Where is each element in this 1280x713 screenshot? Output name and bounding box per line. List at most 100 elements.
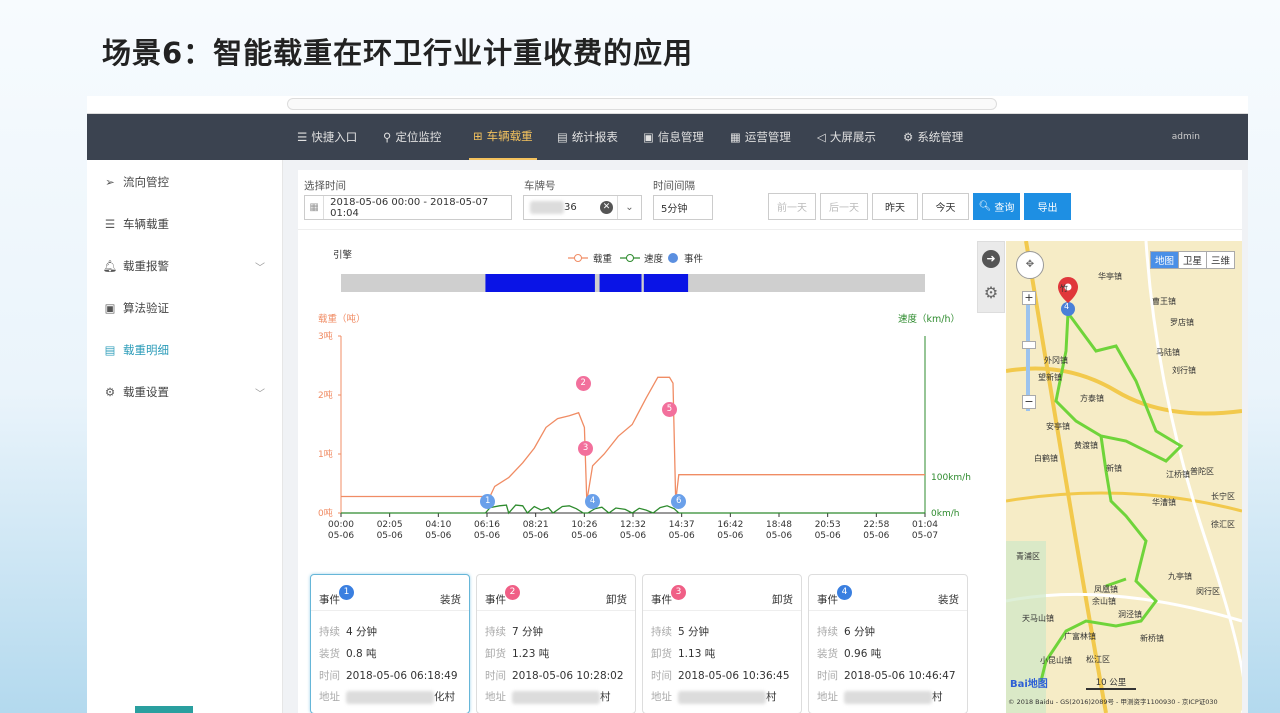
legend-event-marker (668, 253, 678, 263)
slide-title: 场景6：智能载重在环卫行业计重收费的应用 (102, 36, 694, 70)
masked-address (512, 690, 600, 704)
x-tick-date-label: 05-06 (523, 531, 549, 541)
map-place-label: 方泰镇 (1080, 394, 1104, 403)
y-tick-left-label: 2吨 (318, 389, 333, 401)
event-card[interactable]: 事件 4 装货 持续 6 分钟 装货 0.96 吨 时间 2018-05-06 10:… (808, 574, 968, 713)
x-tick-time-label: 10:26 (571, 520, 597, 530)
address-bar[interactable] (287, 98, 997, 110)
plate-select[interactable]: 36 ✕ ⌄ (523, 195, 642, 220)
legend-speed-marker (626, 254, 634, 262)
event-card[interactable]: 事件 2 卸货 持续 7 分钟 卸货 1.23 吨 时间 2018-05-06 10:… (476, 574, 636, 713)
query-button[interactable]: 🔍︎ 查询 (973, 193, 1020, 220)
load-speed-chart: 引擎 载重 速度 事件 载重（吨） 速度（km/h） 3吨 2吨 1吨 0吨 100km/h 0km/… (298, 240, 978, 570)
sidebar-bottom-button[interactable] (135, 706, 193, 713)
sidebar-item-load-detail[interactable]: ▤ 载重明细 (87, 340, 283, 360)
x-tick-time-label: 08:21 (523, 520, 549, 530)
user-menu[interactable]: admin (1172, 114, 1200, 160)
map-place-label: 罗店镇 (1170, 318, 1194, 327)
y-axis-right-label: 速度（km/h） (898, 313, 960, 325)
map-place-label: 余山镇 (1092, 597, 1116, 606)
zoom-out-button[interactable]: − (1022, 395, 1036, 409)
x-tick-date-label: 05-06 (571, 531, 597, 541)
y-tick-right-label: 0km/h (931, 509, 959, 519)
document-icon: ▤ (557, 130, 568, 144)
arrow-right-icon[interactable]: ➜ (982, 250, 1000, 268)
sidebar-item-load-settings[interactable]: ⚙ 载重设置 ﹀ (87, 382, 283, 402)
nav-location-monitor[interactable]: ⚲ 定位监控 (383, 114, 441, 160)
x-tick-time-label: 14:37 (669, 520, 695, 530)
x-tick-time-label: 02:05 (377, 520, 403, 530)
x-tick-time-label: 00:00 (328, 520, 354, 530)
yesterday-button[interactable]: 昨天 (872, 193, 918, 220)
gear-icon: ⚙ (104, 385, 116, 399)
clear-icon[interactable]: ✕ (600, 201, 613, 214)
map-toolbar: ➜ ⚙ (977, 241, 1005, 313)
nav-info-management[interactable]: ▣ 信息管理 (643, 114, 704, 160)
zoom-slider[interactable] (1026, 291, 1036, 411)
x-tick-date-label: 05-06 (863, 531, 889, 541)
today-button[interactable]: 今天 (922, 193, 969, 220)
map-place-label: 徐汇区 (1211, 520, 1235, 529)
route-marker-label: 4 (1064, 302, 1070, 311)
map-place-label: 凤凰镇 (1094, 585, 1118, 594)
nav-operation-management[interactable]: ▦ 运营管理 (730, 114, 791, 160)
gear-icon[interactable]: ⚙ (982, 284, 1000, 302)
map-place-label: 小昆山镇 (1040, 656, 1072, 665)
zoom-in-button[interactable]: + (1022, 291, 1036, 305)
nav-system-management[interactable]: ⚙ 系统管理 (903, 114, 963, 160)
speed-series-line (341, 504, 925, 515)
ops-doc-icon: ▦ (730, 130, 741, 144)
map-place-label: 洞泾镇 (1118, 610, 1142, 619)
nav-big-screen[interactable]: ◁ 大屏展示 (817, 114, 876, 160)
pin-icon: ⚲ (383, 130, 392, 144)
map-tab-3d[interactable]: 三维 (1206, 252, 1234, 268)
event-card[interactable]: 事件 1 装货 持续 4 分钟 装货 0.8 吨 时间 2018-05-06 06:1… (310, 574, 470, 713)
plate-label: 车牌号 (524, 180, 556, 192)
map-place-label: 闵行区 (1196, 587, 1220, 596)
chevron-down-icon[interactable]: ⌄ (617, 196, 641, 219)
map-pan-control[interactable]: ✥ (1016, 251, 1044, 279)
map-scale: 10 公里 (1086, 676, 1136, 690)
map-place-label: 九亭镇 (1168, 572, 1192, 581)
export-button[interactable]: 导出 (1024, 193, 1071, 220)
nav-vehicle-load[interactable]: ⊞ 车辆载重 (469, 114, 537, 160)
sidebar-item-flow-control[interactable]: ➢ 流向管控 (87, 172, 283, 192)
nav-statistics-report[interactable]: ▤ 统计报表 (557, 114, 618, 160)
sidebar-item-algorithm-verify[interactable]: ▣ 算法验证 (87, 298, 283, 318)
x-tick-time-label: 16:42 (717, 520, 743, 530)
sidebar-item-load-alarm[interactable]: 🔔︎ 载重报警 ﹀ (87, 256, 283, 276)
x-tick-date-label: 05-06 (815, 531, 841, 541)
prev-day-button[interactable]: 前一天 (768, 193, 816, 220)
map-place-label: 广富林镇 (1064, 632, 1096, 641)
map-tab-map[interactable]: 地图 (1151, 252, 1179, 268)
map-tab-satellite[interactable]: 卫星 (1178, 252, 1206, 268)
sidebar-item-vehicle-load[interactable]: ☰ 车辆载重 (87, 214, 283, 234)
event-card[interactable]: 事件 3 卸货 持续 5 分钟 卸货 1.13 吨 时间 2018-05-06 10:… (642, 574, 802, 713)
nav-quick-entry[interactable]: ☰ 快捷入口 (297, 114, 357, 160)
zoom-handle[interactable] (1022, 341, 1036, 349)
x-tick-date-label: 05-06 (620, 531, 646, 541)
legend-speed-label: 速度 (644, 253, 664, 265)
x-tick-date-label: 05-06 (474, 531, 500, 541)
event-marker[interactable]: 3 (578, 440, 594, 456)
route-map[interactable]: 4 ✥ + − 地图 卫星 三维 华亭镇 曹王镇 罗店镇 马陆镇 外冈镇 刘行镇 望新镇 方泰… (1006, 241, 1242, 713)
engine-on-segment (599, 274, 642, 292)
x-tick-date-label: 05-06 (328, 531, 354, 541)
masked-address (844, 690, 932, 704)
engine-label: 引擎 (333, 249, 353, 261)
event-card-header: 事件 3 卸货 (643, 575, 801, 611)
time-range-input[interactable]: ▦ 2018-05-06 00:00 - 2018-05-07 01:04 (304, 195, 512, 220)
top-navigation: ☰ 快捷入口 ⚲ 定位监控 ⊞ 车辆载重 ▤ 统计报表 ▣ 信息管理 ▦ 运营管理 ◁ 大屏展… (87, 114, 1248, 160)
event-card-header: 事件 2 卸货 (477, 575, 635, 611)
event-marker[interactable]: 4 (585, 493, 601, 509)
map-place-label: 望新镇 (1038, 373, 1062, 382)
x-tick-date-label: 05-07 (912, 531, 938, 541)
navigation-arrow-icon: ➢ (105, 175, 115, 189)
event-marker[interactable]: 6 (671, 493, 687, 509)
event-badge: 3 (671, 585, 686, 600)
time-label: 选择时间 (304, 180, 346, 192)
next-day-button[interactable]: 后一天 (820, 193, 868, 220)
event-marker[interactable]: 1 (480, 493, 496, 509)
event-marker[interactable]: 2 (575, 375, 591, 391)
interval-input[interactable]: 5分钟 (653, 195, 713, 220)
